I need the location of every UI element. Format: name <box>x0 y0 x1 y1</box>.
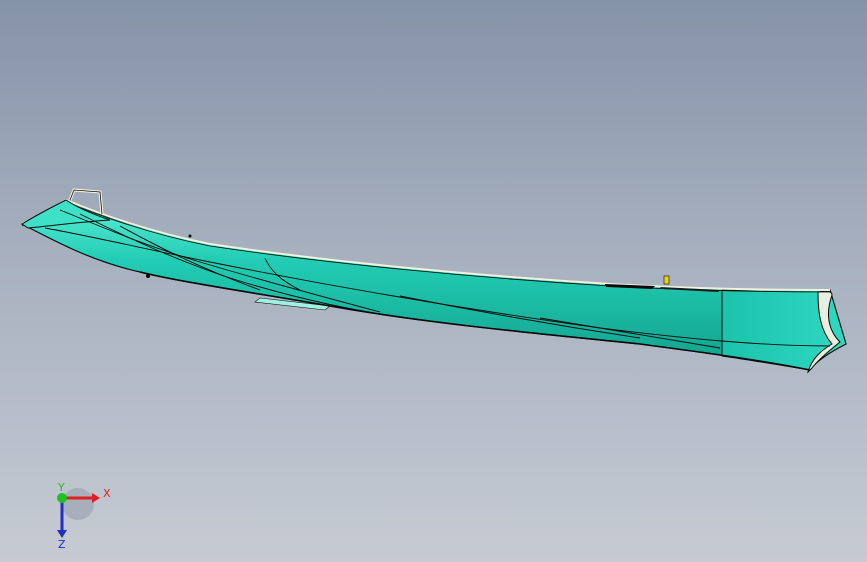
hull-detail-dot <box>146 274 150 278</box>
z-axis-label: Z <box>58 538 66 551</box>
deck-accent-marker[interactable] <box>663 275 670 285</box>
y-axis-label: Y <box>57 482 65 494</box>
axis-triad: X Y Z <box>57 482 111 551</box>
graphics-viewport[interactable]: X Y Z <box>0 0 867 562</box>
z-axis-arrow <box>57 530 67 538</box>
x-axis-arrow <box>92 493 100 503</box>
triad-plane-disc <box>62 488 94 520</box>
x-axis-label: X <box>103 487 111 500</box>
ship-hull-model[interactable] <box>0 0 867 562</box>
hull-detail-dot-2 <box>188 234 192 238</box>
y-axis-point <box>57 493 67 503</box>
